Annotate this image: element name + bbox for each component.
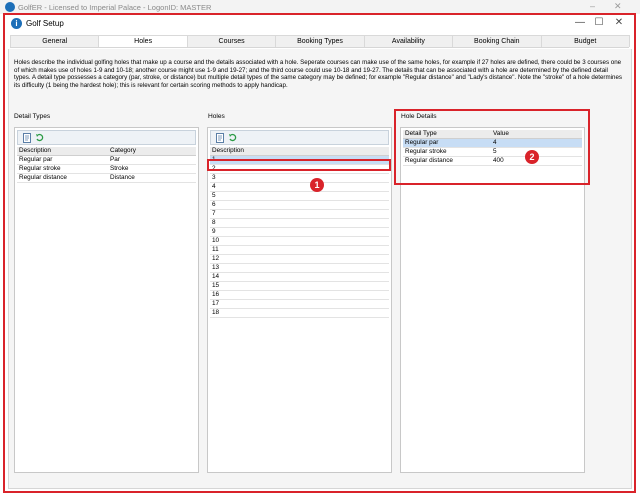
detail-types-label: Detail Types: [14, 113, 51, 120]
list-item[interactable]: 3: [210, 174, 389, 183]
window-title: Golf Setup: [26, 19, 64, 28]
list-item[interactable]: 5: [210, 192, 389, 201]
app-logo-icon: [5, 2, 15, 12]
list-item[interactable]: 14: [210, 273, 389, 282]
callout-holes: 1: [310, 178, 324, 192]
detail-types-panel: Description Category Regular par Par Reg…: [14, 127, 199, 473]
tab-holes[interactable]: Holes: [98, 35, 188, 47]
refresh-icon[interactable]: [35, 133, 45, 143]
list-item[interactable]: 16: [210, 291, 389, 300]
holes-description: Holes describe the individual golfing ho…: [14, 59, 622, 89]
holes-tab-content: Holes describe the individual golfing ho…: [8, 49, 632, 489]
list-item[interactable]: 6: [210, 201, 389, 210]
tab-budget[interactable]: Budget: [540, 35, 630, 47]
tab-general[interactable]: General: [10, 35, 100, 47]
detail-types-toolbar: [17, 130, 196, 145]
list-item[interactable]: 7: [210, 210, 389, 219]
holes-label: Holes: [208, 113, 225, 120]
holes-toolbar: [210, 130, 389, 145]
list-item[interactable]: 11: [210, 246, 389, 255]
tab-strip: General Holes Courses Booking Types Avai…: [10, 35, 630, 48]
maximize-icon[interactable]: ☐: [592, 17, 606, 28]
column-header-category[interactable]: Category: [108, 147, 136, 155]
tab-courses[interactable]: Courses: [186, 35, 277, 47]
hole-details-highlight: [394, 109, 590, 185]
list-item[interactable]: 9: [210, 228, 389, 237]
grid-header: Description Category: [17, 147, 196, 156]
holes-panel: Description 1 2 3 4 5 6 7 8 9 10 11 12 13 14 15 16 17 18: [207, 127, 392, 473]
table-row[interactable]: Regular stroke Stroke: [17, 165, 196, 174]
bg-close-icon[interactable]: ✕: [614, 1, 622, 12]
list-item[interactable]: 18: [210, 309, 389, 318]
tab-booking-chain[interactable]: Booking Chain: [452, 35, 542, 47]
tab-availability[interactable]: Availability: [363, 35, 454, 47]
golf-setup-window: i Golf Setup — ☐ ✕ General Holes Courses…: [3, 13, 636, 493]
list-item[interactable]: 15: [210, 282, 389, 291]
minimize-icon[interactable]: —: [573, 17, 587, 28]
list-item[interactable]: 17: [210, 300, 389, 309]
tab-booking-types[interactable]: Booking Types: [275, 35, 365, 47]
list-item[interactable]: 13: [210, 264, 389, 273]
column-header-description[interactable]: Description: [210, 147, 244, 155]
list-item[interactable]: 4: [210, 183, 389, 192]
list-item[interactable]: 12: [210, 255, 389, 264]
grid-header: Description: [210, 147, 389, 156]
close-icon[interactable]: ✕: [612, 17, 626, 28]
window-titlebar: i Golf Setup — ☐ ✕: [5, 15, 634, 33]
app-logo-icon: i: [11, 18, 22, 29]
selected-hole-highlight: [207, 159, 391, 171]
list-item[interactable]: 10: [210, 237, 389, 246]
refresh-icon[interactable]: [228, 133, 238, 143]
new-document-icon[interactable]: [215, 133, 225, 143]
background-app-titlebar: GolfER - Licensed to Imperial Palace - L…: [0, 0, 640, 14]
column-header-description[interactable]: Description: [17, 147, 51, 155]
new-document-icon[interactable]: [22, 133, 32, 143]
table-row[interactable]: Regular distance Distance: [17, 174, 196, 183]
background-app-title: GolfER - Licensed to Imperial Palace - L…: [18, 3, 212, 12]
list-item[interactable]: 8: [210, 219, 389, 228]
table-row[interactable]: Regular par Par: [17, 156, 196, 165]
bg-minimize-icon[interactable]: –: [590, 1, 595, 11]
callout-details: 2: [525, 150, 539, 164]
